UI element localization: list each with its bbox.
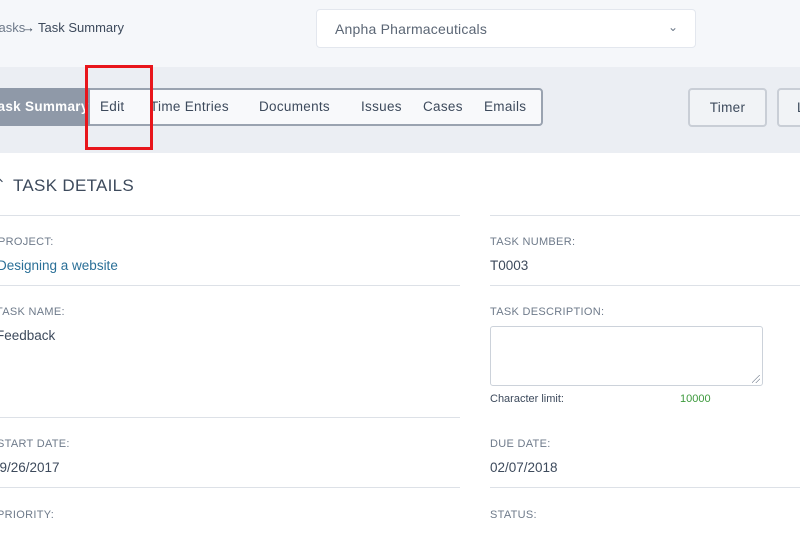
company-select-value: Anpha Pharmaceuticals (335, 21, 488, 37)
task-number-label: TASK NUMBER: (490, 236, 576, 248)
resize-handle-icon[interactable] (752, 375, 760, 383)
task-number-value: T0003 (490, 258, 529, 273)
tab-task-summary[interactable]: Task Summary (0, 88, 90, 126)
tab-emails[interactable]: Emails (484, 88, 526, 126)
breadcrumb-current: Task Summary (38, 20, 124, 35)
timer-button[interactable]: Timer (688, 88, 767, 127)
chevron-up-icon: ⌃ (0, 176, 6, 193)
task-description-textarea[interactable] (490, 326, 763, 386)
start-date-label: START DATE: (0, 438, 70, 450)
section-title: TASK DETAILS (13, 176, 135, 195)
highlight-box (85, 65, 153, 150)
tab-cases[interactable]: Cases (423, 88, 463, 126)
start-date-value: 09/26/2017 (0, 460, 60, 475)
divider (490, 487, 800, 488)
project-label: PROJECT: (0, 236, 54, 248)
priority-label: PRIORITY: (0, 509, 55, 521)
character-limit-value: 10000 (680, 393, 711, 405)
breadcrumb-arrow-icon: → (22, 20, 35, 35)
divider (0, 285, 460, 286)
divider (0, 487, 460, 488)
divider (490, 285, 800, 286)
divider (490, 215, 800, 216)
tab-time-entries[interactable]: Time Entries (150, 88, 229, 126)
task-name-value: Feedback (0, 328, 56, 343)
tab-issues[interactable]: Issues (361, 88, 402, 126)
task-name-label: TASK NAME: (0, 306, 65, 318)
character-limit-label: Character limit: (490, 393, 564, 405)
chevron-down-icon: ⌄ (668, 20, 679, 34)
task-description-label: TASK DESCRIPTION: (490, 306, 605, 318)
divider (0, 215, 460, 216)
due-date-label: DUE DATE: (490, 438, 551, 450)
tab-documents[interactable]: Documents (259, 88, 330, 126)
status-label: STATUS: (490, 509, 537, 521)
project-link[interactable]: Designing a website (0, 258, 118, 273)
divider (0, 417, 460, 418)
more-button[interactable]: L (777, 88, 800, 127)
due-date-value: 02/07/2018 (490, 460, 558, 475)
company-select[interactable]: Anpha Pharmaceuticals ⌄ (316, 9, 696, 48)
